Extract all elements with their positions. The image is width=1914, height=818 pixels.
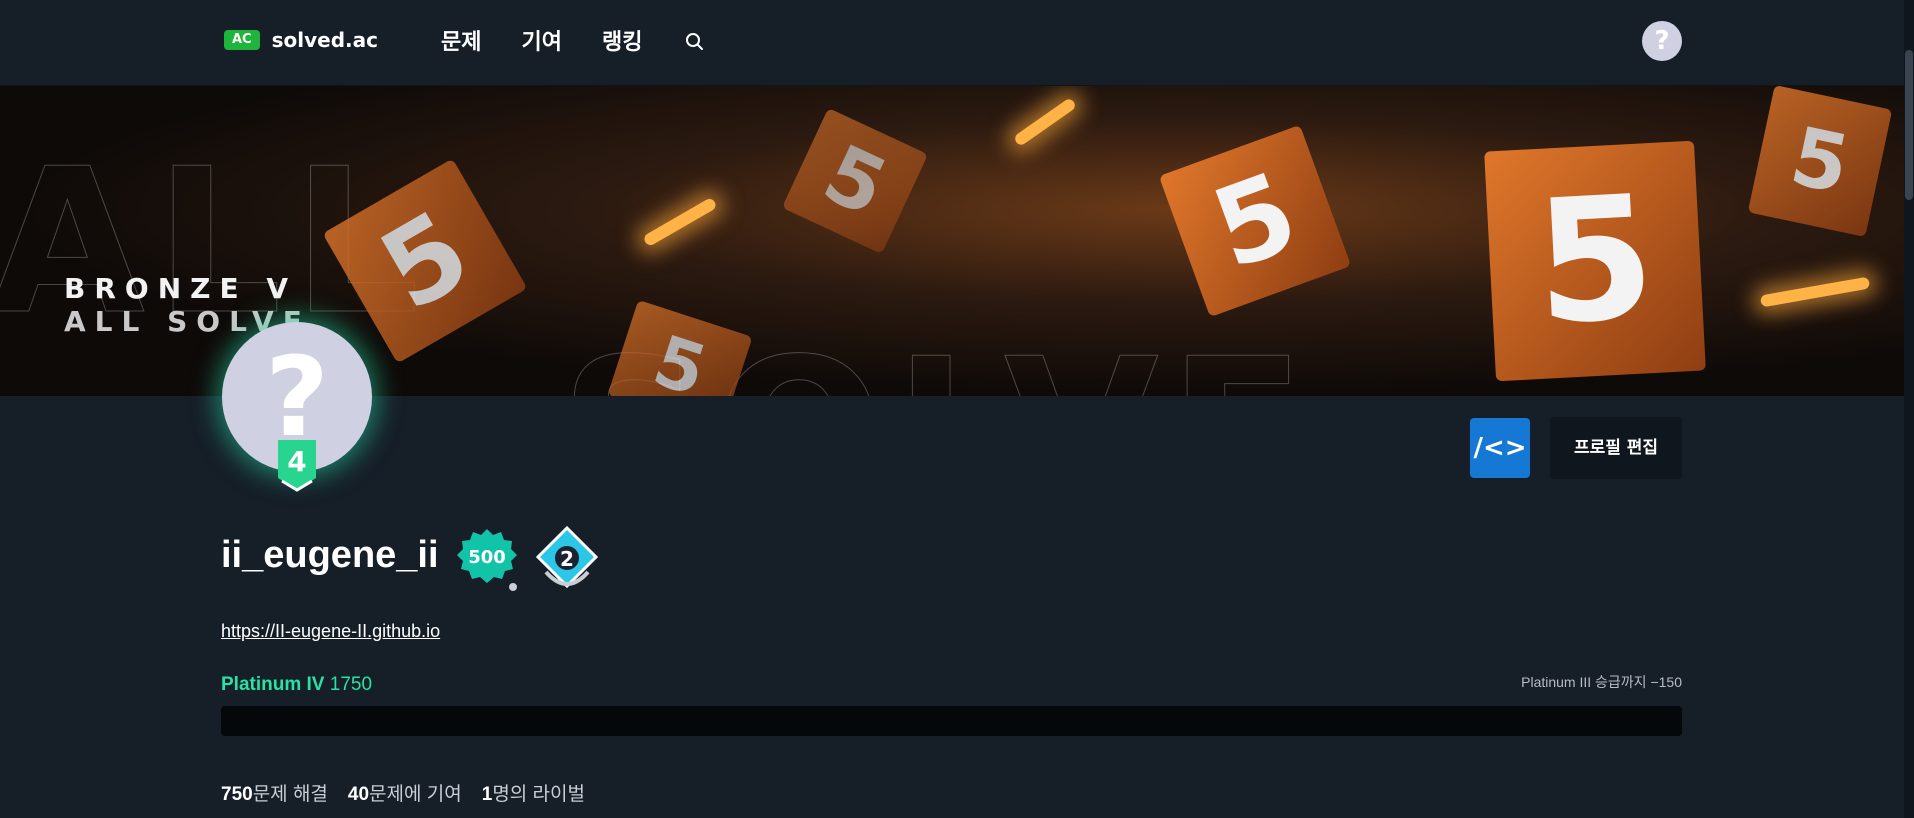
stat-rivals-value: 1 <box>481 784 493 805</box>
stat-solved-label: 문제 해결 <box>252 784 328 805</box>
stat-contributed[interactable]: 40문제에 기여 <box>348 779 462 806</box>
next-tier-info: Platinum III 승급까지 −150 <box>1521 674 1682 690</box>
banner-glow <box>642 196 718 248</box>
badge-500-icon[interactable]: 500 <box>456 527 518 593</box>
stat-solved-value: 750 <box>221 784 253 805</box>
edit-profile-button[interactable]: 프로필 편집 <box>1550 417 1682 479</box>
nav-problems[interactable]: 문제 <box>441 24 481 56</box>
stat-rivals-label: 명의 라이벌 <box>492 784 585 805</box>
solvedac-logo[interactable]: AC solved.ac <box>224 28 378 52</box>
top-navigation-bar: AC solved.ac 문제 기여 랭킹 ? <box>0 0 1904 86</box>
username: ii_eugene_ii <box>221 534 439 576</box>
code-theme-button[interactable]: /<> <box>1470 418 1530 478</box>
stat-solved[interactable]: 750문제 해결 <box>221 779 328 806</box>
rating-value: 1750 <box>329 674 373 695</box>
profile-stats: 750문제 해결 40문제에 기여 1명의 라이벌 <box>221 779 585 806</box>
tier-name: Platinum IV <box>221 674 325 695</box>
logo-text: solved.ac <box>271 28 378 52</box>
banner-tile: 5 <box>1747 86 1893 238</box>
stat-contributed-label: 문제에 기여 <box>369 784 462 805</box>
logo-badge: AC <box>224 30 260 50</box>
banner-title-main: BRONZE V <box>64 272 297 305</box>
banner-tile: 5 <box>781 107 929 255</box>
tier-rating: Platinum IV 1750 <box>221 674 372 696</box>
nav-contribute[interactable]: 기여 <box>521 24 561 56</box>
banner-tile: 5 <box>607 299 753 396</box>
help-icon[interactable]: ? <box>1642 21 1682 61</box>
search-icon[interactable] <box>683 30 707 54</box>
rating-progress-bar <box>221 706 1682 736</box>
stat-rivals[interactable]: 1명의 라이벌 <box>482 779 585 806</box>
tier-level-number: 4 <box>287 445 306 478</box>
nav-ranking[interactable]: 랭킹 <box>602 24 642 56</box>
stat-contributed-value: 40 <box>347 784 370 805</box>
scrollbar-thumb[interactable] <box>1905 50 1913 200</box>
tier-level-badge: 4 <box>278 440 316 492</box>
badge-2-icon[interactable]: 2 <box>536 526 598 594</box>
banner-tile: 5 <box>1158 124 1352 318</box>
banner-glow <box>1759 276 1871 308</box>
banner-glow <box>1012 97 1078 147</box>
main-nav: 문제 기여 랭킹 <box>441 24 642 56</box>
banner-tile: 5 <box>1484 140 1706 382</box>
badge-500-label: 500 <box>468 547 506 568</box>
badge-2-label: 2 <box>560 547 574 571</box>
website-link[interactable]: https://II-eugene-II.github.io <box>221 621 440 642</box>
